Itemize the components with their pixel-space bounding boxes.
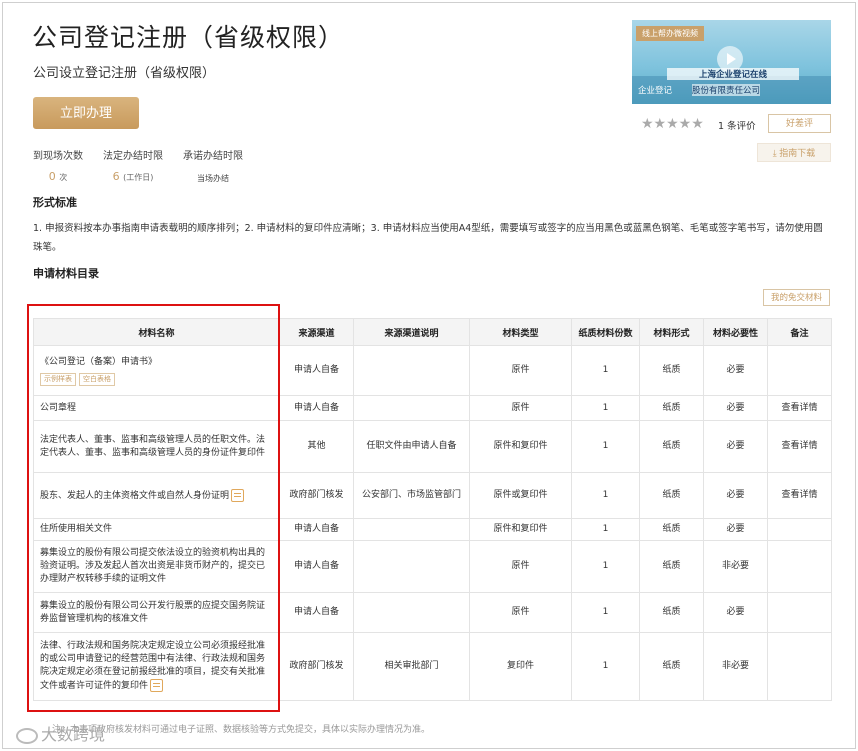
review-button[interactable]: 好差评: [768, 114, 831, 133]
source-cell: 申请人自备: [279, 345, 354, 396]
highlight-annotation-box: [27, 304, 280, 712]
video-badge: 线上帮办微视频: [636, 26, 704, 41]
type-cell: 原件: [469, 540, 572, 593]
note-cell: [767, 518, 832, 541]
materials-footnote: 注：本事项政府核发材料可通过电子证照、数据核验等方式免提交，具体以实际办理情况为…: [52, 725, 431, 735]
form-cell: 纸质: [639, 632, 704, 701]
view-details-link[interactable]: 查看详情: [767, 472, 832, 519]
help-video-thumbnail[interactable]: 线上帮办微视频 上海企业登记在线 企业登记 股份有限责任公司: [632, 20, 831, 104]
necessity-cell: 非必要: [703, 540, 768, 593]
necessity-cell: 必要: [703, 518, 768, 541]
form-cell: 纸质: [639, 518, 704, 541]
source-cell: 政府部门核发: [279, 632, 354, 701]
form-standard-heading: 形式标准: [33, 196, 77, 209]
source-desc-cell: 相关审批部门: [353, 632, 470, 701]
copies-cell: 1: [571, 420, 640, 473]
view-details-link[interactable]: 查看详情: [767, 395, 832, 421]
source-desc-cell: [353, 395, 470, 421]
video-caption-2: 企业登记: [638, 86, 673, 96]
necessity-cell: 必要: [703, 592, 768, 633]
source-desc-cell: 任职文件由申请人自备: [353, 420, 470, 473]
stat-value: 当场办结: [197, 174, 229, 183]
page-title: 公司登记注册（省级权限）: [32, 23, 345, 52]
rating-count: 1 条评价: [718, 121, 756, 132]
copies-cell: 1: [571, 472, 640, 519]
copies-cell: 1: [571, 518, 640, 541]
watermark: 大数跨境: [16, 721, 105, 745]
source-cell: 申请人自备: [279, 592, 354, 633]
source-desc-cell: [353, 540, 470, 593]
necessity-cell: 非必要: [703, 632, 768, 701]
copies-cell: 1: [571, 540, 640, 593]
type-cell: 原件或复印件: [469, 472, 572, 519]
necessity-cell: 必要: [703, 395, 768, 421]
column-header: 纸质材料份数: [571, 318, 640, 346]
materials-heading: 申请材料目录: [33, 267, 99, 280]
type-cell: 原件: [469, 345, 572, 396]
source-cell: 申请人自备: [279, 395, 354, 421]
note-cell: [767, 632, 832, 701]
type-cell: 复印件: [469, 632, 572, 701]
copies-cell: 1: [571, 592, 640, 633]
source-cell: 申请人自备: [279, 540, 354, 593]
column-header: 材料必要性: [703, 318, 768, 346]
note-cell: [767, 592, 832, 633]
source-desc-cell: [353, 592, 470, 633]
video-caption-3: 股份有限责任公司: [692, 84, 761, 96]
view-details-link[interactable]: 查看详情: [767, 420, 832, 473]
column-header: 来源渠道说明: [353, 318, 470, 346]
rating-stars-icon: ★★★★★: [641, 116, 704, 132]
source-desc-cell: 公安部门、市场监管部门: [353, 472, 470, 519]
form-standard-text: 1. 申报资料按本办事指南申请表载明的顺序排列；2. 申请材料的复印件应清晰；3…: [33, 223, 823, 253]
type-cell: 原件: [469, 395, 572, 421]
form-cell: 纸质: [639, 420, 704, 473]
stat-label: 承诺办结时限: [183, 151, 243, 162]
watermark-logo-icon: [16, 727, 38, 744]
stat-promise-limit: 承诺办结时限 当场办结: [183, 147, 243, 184]
stat-visits: 到现场次数 0 次: [33, 147, 83, 184]
column-header: 来源渠道: [279, 318, 354, 346]
apply-button[interactable]: 立即办理: [33, 97, 139, 129]
copies-cell: 1: [571, 395, 640, 421]
form-cell: 纸质: [639, 592, 704, 633]
stat-value: 0 次: [48, 170, 68, 183]
form-cell: 纸质: [639, 345, 704, 396]
form-cell: 纸质: [639, 395, 704, 421]
guide-download-button[interactable]: ⤓ 指南下载: [757, 143, 831, 162]
source-desc-cell: [353, 518, 470, 541]
stat-value: 6 (工作日): [112, 170, 154, 183]
form-cell: 纸质: [639, 540, 704, 593]
type-cell: 原件: [469, 592, 572, 633]
video-caption-1: 上海企业登记在线: [667, 68, 799, 80]
column-header: 备注: [767, 318, 832, 346]
note-cell: [767, 540, 832, 593]
stat-legal-limit: 法定办结时限 6 (工作日): [103, 147, 163, 184]
stat-label: 法定办结时限: [103, 151, 163, 162]
column-header: 材料形式: [639, 318, 704, 346]
necessity-cell: 必要: [703, 472, 768, 519]
source-cell: 申请人自备: [279, 518, 354, 541]
page-subtitle: 公司设立登记注册（省级权限）: [33, 66, 216, 81]
form-cell: 纸质: [639, 472, 704, 519]
stats-bar: 到现场次数 0 次 法定办结时限 6 (工作日) 承诺办结时限 当场办结: [33, 147, 263, 184]
column-header: 材料类型: [469, 318, 572, 346]
source-desc-cell: [353, 345, 470, 396]
note-cell: [767, 345, 832, 396]
source-cell: 政府部门核发: [279, 472, 354, 519]
copies-cell: 1: [571, 632, 640, 701]
necessity-cell: 必要: [703, 345, 768, 396]
type-cell: 原件和复印件: [469, 518, 572, 541]
watermark-text: 大数跨境: [41, 725, 106, 744]
type-cell: 原件和复印件: [469, 420, 572, 473]
free-materials-button[interactable]: 我的免交材料: [763, 289, 830, 306]
necessity-cell: 必要: [703, 420, 768, 473]
stat-label: 到现场次数: [33, 151, 83, 162]
source-cell: 其他: [279, 420, 354, 473]
copies-cell: 1: [571, 345, 640, 396]
